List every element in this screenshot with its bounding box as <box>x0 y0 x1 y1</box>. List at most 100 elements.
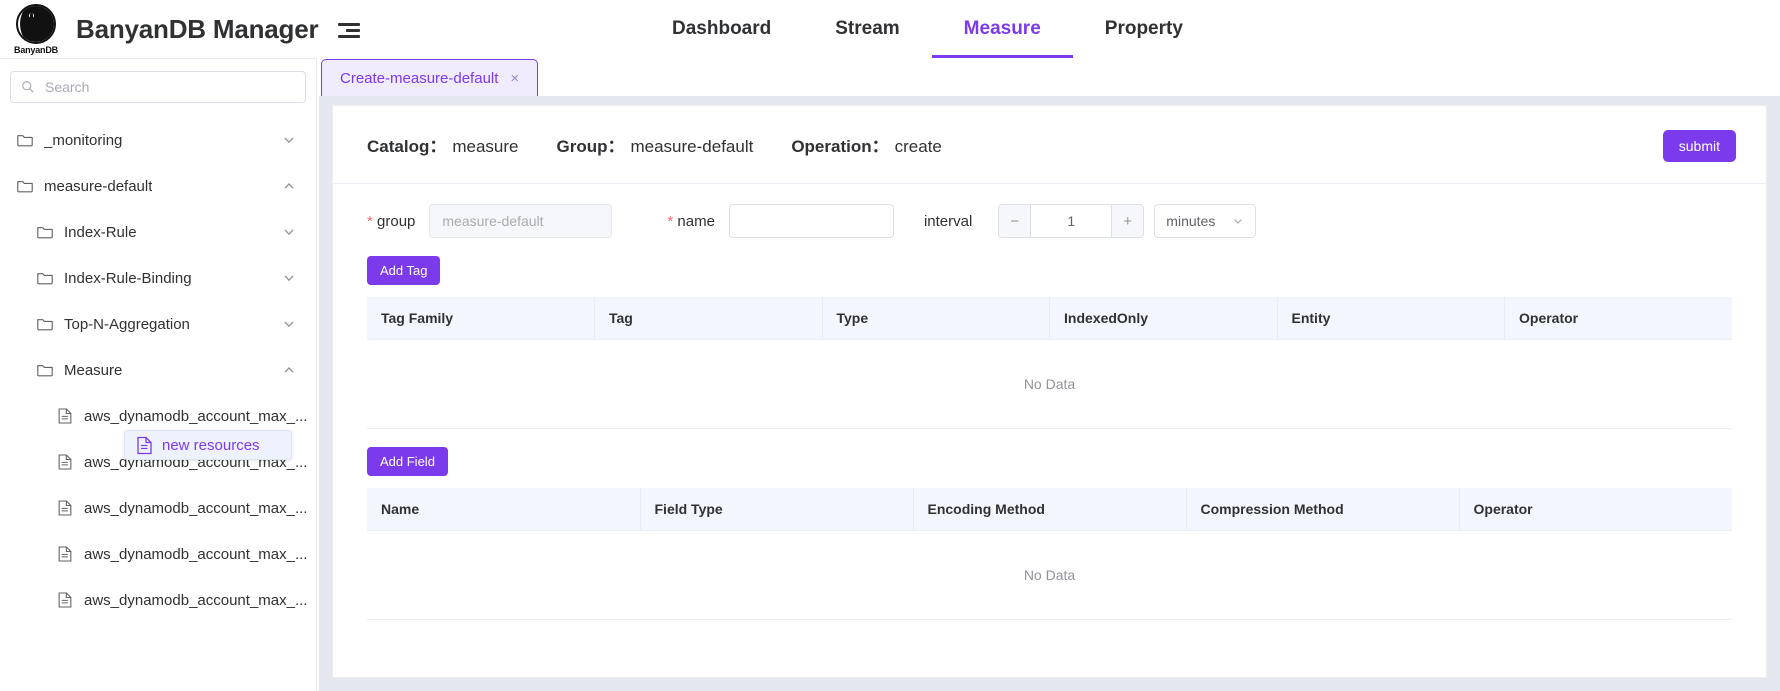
measure-form-row: group name interval − 1 + minutes <box>333 184 1766 238</box>
nav-label: Property <box>1105 18 1183 40</box>
interval-stepper: − 1 + <box>998 204 1144 238</box>
interval-field-label: interval <box>924 213 972 230</box>
tree-node-label: _monitoring <box>44 132 122 149</box>
nav-item-dashboard[interactable]: Dashboard <box>640 0 803 58</box>
tree-node-label: Top-N-Aggregation <box>64 316 190 333</box>
meta-operation: Operation：create <box>791 132 942 157</box>
app-title: BanyanDB Manager <box>76 14 318 45</box>
close-icon[interactable]: × <box>510 70 519 87</box>
nav-label: Dashboard <box>672 18 771 40</box>
tag-table-no-data: No Data <box>367 340 1732 429</box>
chevron-down-icon[interactable] <box>282 225 296 239</box>
panel-shell: Catalog： measure Group： measure-default Op… <box>319 96 1780 691</box>
file-icon <box>56 499 74 517</box>
meta-catalog: Catalog： measure <box>367 132 518 157</box>
main-nav: Dashboard Stream Measure Property <box>640 0 1215 58</box>
meta-catalog-key: Catalog： <box>367 137 446 156</box>
tab-create-measure-default[interactable]: Create-measure-default × <box>321 59 538 96</box>
top-header: BanyanDB BanyanDB Manager Dashboard Stre… <box>0 0 1780 58</box>
tree-node[interactable]: Index-Rule-Binding <box>0 255 316 301</box>
chevron-down-icon[interactable] <box>282 133 296 147</box>
nav-item-measure[interactable]: Measure <box>932 0 1073 58</box>
meta-catalog-value: measure <box>452 137 518 156</box>
add-field-button[interactable]: Add Field <box>367 447 448 476</box>
brand: BanyanDB BanyanDB Manager <box>0 4 360 55</box>
tree-node[interactable]: aws_dynamodb_account_max_... <box>0 577 316 623</box>
search-box[interactable] <box>10 71 306 103</box>
tag-table: Tag Family Tag Type IndexedOnly Entity O… <box>367 297 1732 429</box>
file-icon <box>56 591 74 609</box>
tag-col-tag-family[interactable]: Tag Family <box>367 297 595 340</box>
tag-col-entity[interactable]: Entity <box>1277 297 1505 340</box>
search-input[interactable] <box>43 78 295 96</box>
interval-unit-select[interactable]: minutes <box>1154 204 1256 238</box>
field-table-empty-row: No Data <box>367 531 1732 620</box>
meta-group-value: measure-default <box>630 137 753 156</box>
field-col-field-type[interactable]: Field Type <box>640 488 913 531</box>
nav-item-stream[interactable]: Stream <box>803 0 931 58</box>
folder-icon <box>36 223 54 241</box>
tree-node-label: Index-Rule-Binding <box>64 270 192 287</box>
file-icon <box>56 453 74 471</box>
tree-node-label: aws_dynamodb_account_max_... <box>84 408 307 425</box>
group-input[interactable] <box>429 204 612 238</box>
interval-increment-button[interactable]: + <box>1111 205 1143 237</box>
logo-caption: BanyanDB <box>14 46 58 55</box>
nav-item-property[interactable]: Property <box>1073 0 1215 58</box>
meta-group-key: Group： <box>556 137 624 156</box>
create-measure-panel: Catalog： measure Group： measure-default Op… <box>333 106 1766 677</box>
field-col-compression-method[interactable]: Compression Method <box>1186 488 1459 531</box>
nav-label: Stream <box>835 18 899 40</box>
interval-unit-value: minutes <box>1166 213 1215 229</box>
tab-bar: Create-measure-default × <box>317 58 1780 96</box>
tag-col-type[interactable]: Type <box>822 297 1050 340</box>
tree-node-label: measure-default <box>44 178 152 195</box>
tree-node-label: aws_dynamodb_account_max_... <box>84 592 307 609</box>
tag-col-indexedonly[interactable]: IndexedOnly <box>1050 297 1278 340</box>
new-resources-popup[interactable]: new resources <box>124 430 292 460</box>
field-table-header-row: Name Field Type Encoding Method Compress… <box>367 488 1732 531</box>
tag-col-operator[interactable]: Operator <box>1505 297 1733 340</box>
tree-node[interactable]: Measure <box>0 347 316 393</box>
tree-node[interactable]: measure-default <box>0 163 316 209</box>
meta-row: Catalog： measure Group： measure-default Op… <box>333 106 1766 157</box>
folder-icon <box>16 177 34 195</box>
hamburger-icon[interactable] <box>338 23 360 38</box>
tree-node[interactable]: aws_dynamodb_account_max_... <box>0 531 316 577</box>
submit-button[interactable]: submit <box>1663 130 1736 162</box>
chevron-up-icon[interactable] <box>282 179 296 193</box>
new-resources-label: new resources <box>162 437 260 454</box>
tag-col-tag[interactable]: Tag <box>595 297 823 340</box>
name-field-label: name <box>667 213 715 230</box>
tree-node[interactable]: Top-N-Aggregation <box>0 301 316 347</box>
name-input[interactable] <box>729 204 894 238</box>
tree-node-label: aws_dynamodb_account_max_... <box>84 546 307 563</box>
chevron-up-icon[interactable] <box>282 363 296 377</box>
chevron-down-icon[interactable] <box>282 271 296 285</box>
meta-operation-key: Operation： <box>791 137 888 156</box>
tree-node[interactable]: _monitoring <box>0 117 316 163</box>
field-table-no-data: No Data <box>367 531 1732 620</box>
folder-icon <box>36 315 54 333</box>
tag-table-header-row: Tag Family Tag Type IndexedOnly Entity O… <box>367 297 1732 340</box>
file-icon <box>56 407 74 425</box>
chevron-down-icon <box>1232 215 1244 227</box>
folder-icon <box>36 269 54 287</box>
file-icon <box>56 545 74 563</box>
field-col-name[interactable]: Name <box>367 488 640 531</box>
field-col-encoding-method[interactable]: Encoding Method <box>913 488 1186 531</box>
sidebar: _monitoring measure-default Index-Rule Inde… <box>0 58 316 691</box>
interval-decrement-button[interactable]: − <box>999 205 1031 237</box>
tree-node[interactable]: Index-Rule <box>0 209 316 255</box>
file-icon <box>136 436 153 455</box>
add-tag-button[interactable]: Add Tag <box>367 256 440 285</box>
field-col-operator[interactable]: Operator <box>1459 488 1732 531</box>
logo-root-shape <box>23 27 40 36</box>
interval-value[interactable]: 1 <box>1031 205 1111 237</box>
resource-tree: _monitoring measure-default Index-Rule Inde… <box>0 117 316 623</box>
tree-node[interactable]: aws_dynamodb_account_max_... <box>0 485 316 531</box>
group-field-label: group <box>367 213 415 230</box>
tree-node-label: Measure <box>64 362 122 379</box>
chevron-down-icon[interactable] <box>282 317 296 331</box>
content-area: Create-measure-default × Catalog： measure… <box>316 58 1780 691</box>
